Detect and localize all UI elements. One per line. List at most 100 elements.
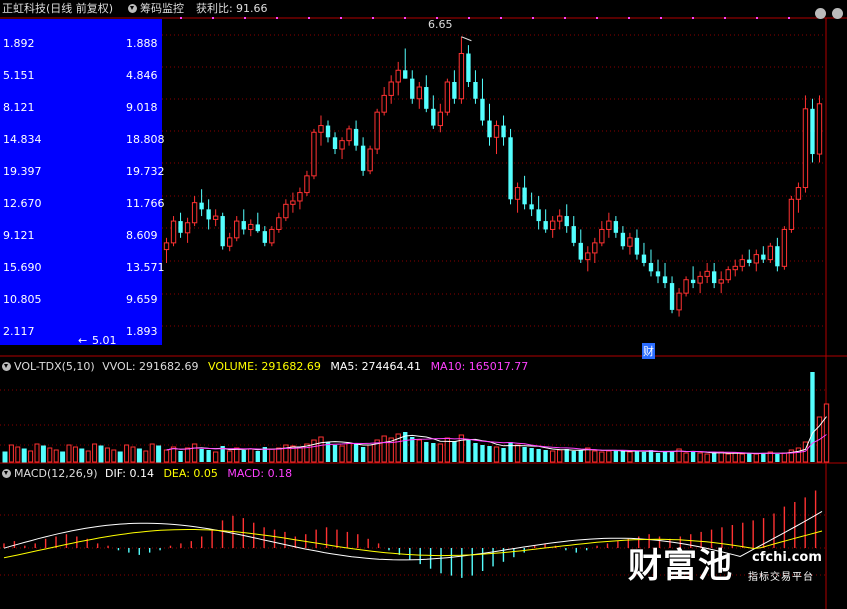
volume-bar	[360, 447, 366, 462]
volume-bar	[191, 443, 198, 463]
volume-bar	[795, 447, 802, 463]
candle-body	[487, 120, 492, 138]
volume-label: VOLUME:	[208, 360, 258, 373]
volume-bar	[781, 452, 788, 463]
chevron-down-icon	[128, 4, 137, 13]
chevron-down-icon[interactable]	[2, 469, 11, 478]
profit-label: 获利比:	[196, 2, 233, 15]
volume-bar	[508, 442, 513, 462]
dif-label: DIF:	[105, 467, 126, 480]
candle-body	[318, 125, 324, 133]
volume-bar	[683, 452, 689, 463]
candle-body	[662, 276, 668, 284]
volume-bar	[739, 453, 745, 463]
chip-right-value: 1.893	[126, 325, 158, 338]
candle-body	[480, 98, 485, 121]
candle-body	[206, 209, 211, 220]
candle-body	[816, 103, 823, 155]
candle-body	[283, 203, 289, 219]
candle-body	[634, 237, 640, 255]
candle-body	[458, 53, 465, 100]
volume-bar	[117, 451, 123, 463]
volume-bar	[40, 445, 46, 463]
volume-bar	[21, 448, 27, 463]
volume-bar	[79, 448, 85, 463]
indicator-selector[interactable]: 筹码监控	[128, 2, 184, 15]
chevron-down-icon[interactable]	[2, 362, 11, 371]
volume-bar	[47, 447, 53, 463]
candle-body	[690, 279, 696, 284]
volume-bar	[143, 450, 149, 463]
candle-body	[248, 223, 254, 230]
candle-body	[234, 220, 240, 239]
close-icon[interactable]	[832, 8, 843, 19]
finance-marker[interactable]: 财	[642, 343, 655, 359]
macd-label: MACD:	[227, 467, 265, 480]
candle-body	[747, 259, 752, 263]
candle-body	[564, 216, 569, 227]
volume-bar	[718, 451, 724, 463]
volume-bar	[53, 449, 59, 463]
candle-body	[367, 148, 373, 172]
volume-bar	[571, 451, 576, 462]
ma5-label: MA5:	[330, 360, 359, 373]
title-bar: 正虹科技(日线 前复权) 筹码监控 获利比: 91.66	[0, 0, 847, 19]
volume-bar	[529, 448, 534, 462]
restore-icon[interactable]	[815, 8, 826, 19]
volume-bar	[599, 451, 605, 463]
volume-bar	[697, 452, 703, 463]
candle-body	[346, 128, 352, 142]
volume-bar	[823, 403, 830, 463]
window-controls	[809, 3, 843, 22]
candle-body	[170, 220, 177, 244]
candle-body	[536, 209, 541, 222]
volume-bar	[690, 452, 696, 462]
volume-bar	[15, 446, 21, 463]
watermark-brand: 财富池	[628, 546, 733, 586]
candle-body	[255, 224, 260, 232]
volume-bar	[297, 446, 303, 463]
volume-bar	[725, 453, 731, 463]
volume-bar	[163, 449, 170, 463]
volume-bar	[234, 447, 240, 463]
candle-body	[381, 94, 387, 113]
volume-bar	[810, 372, 815, 462]
candle-body	[514, 187, 521, 200]
volume-bar	[339, 445, 345, 463]
volume-bar	[248, 448, 254, 463]
volume-bar	[480, 445, 485, 462]
chip-right-value: 9.659	[126, 293, 158, 306]
candle-body	[508, 137, 513, 200]
candle-body	[620, 232, 626, 247]
volume-bar	[493, 446, 500, 463]
volume-bar	[606, 450, 612, 463]
volume-bar	[501, 448, 506, 462]
candle-body	[704, 270, 710, 277]
volume-bar	[747, 453, 752, 462]
low-price-marker: 5.01	[92, 334, 117, 347]
chip-distribution-panel: 1.892 1.888 5.151 4.846 8.121 9.018 14.834 18.8…	[0, 19, 165, 345]
volume-bar	[269, 448, 275, 463]
volume-bar	[522, 447, 527, 462]
candle-body	[676, 292, 682, 311]
vvol-value: 291682.69	[139, 360, 199, 373]
volume-bar	[111, 449, 117, 463]
candle-body	[810, 108, 815, 155]
volume-bar	[60, 451, 66, 463]
candle-body	[403, 70, 408, 79]
chip-left-value: 9.121	[3, 229, 35, 242]
volume-bar	[124, 444, 130, 463]
candle-body	[592, 242, 598, 254]
candle-body	[178, 221, 183, 233]
chip-left-value: 14.834	[3, 133, 42, 146]
volume-bar	[704, 453, 710, 463]
volume-bar	[557, 449, 563, 463]
volume-bar	[311, 439, 317, 463]
volume-bar	[149, 443, 155, 463]
candle-body	[641, 254, 647, 263]
volume-bar	[332, 445, 338, 462]
chip-left-value: 10.805	[3, 293, 42, 306]
candle-body	[410, 78, 415, 99]
volume-bar	[452, 441, 457, 462]
candle-body	[304, 175, 310, 194]
